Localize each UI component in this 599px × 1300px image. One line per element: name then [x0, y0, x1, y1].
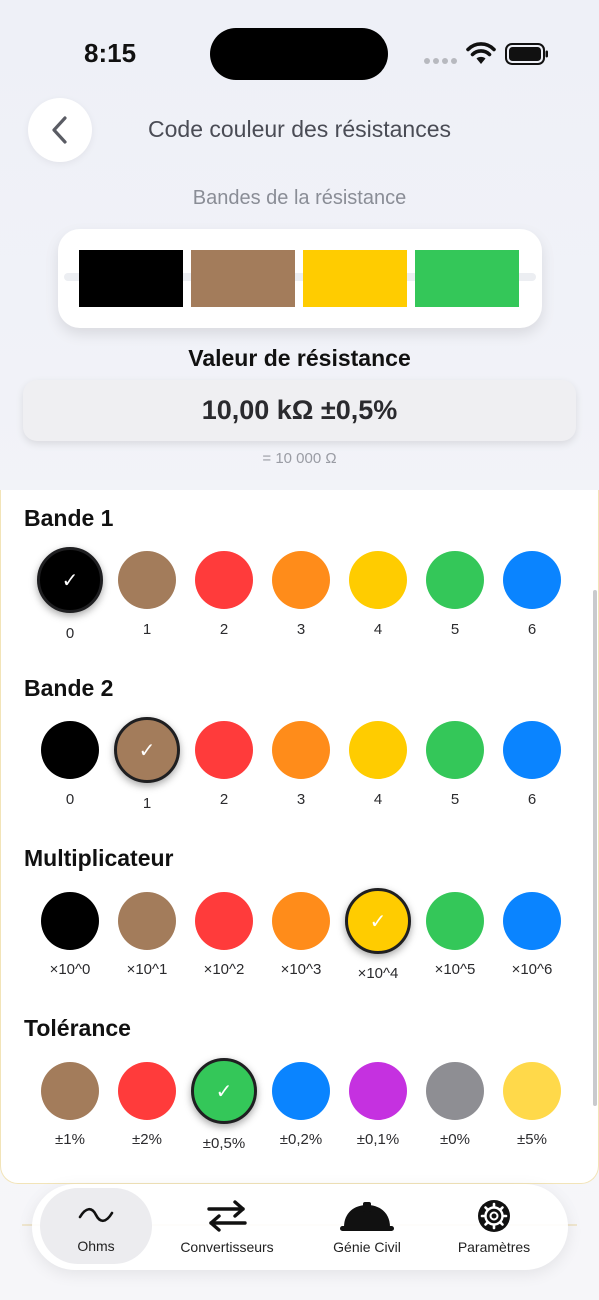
- color-swatch-bande-2-2[interactable]: [195, 721, 253, 779]
- color-swatch-multiplicateur-3[interactable]: [272, 892, 330, 950]
- band-preview-1: [79, 250, 183, 307]
- swatch-label: 3: [296, 621, 306, 638]
- color-swatch-tolerance-1[interactable]: [118, 1062, 176, 1120]
- arrows-swap-icon: [207, 1200, 247, 1232]
- color-swatch-multiplicateur-1[interactable]: [118, 892, 176, 950]
- band-preview-2: [191, 250, 295, 307]
- color-swatch-multiplicateur-2[interactable]: [195, 892, 253, 950]
- color-swatch-tolerance-6[interactable]: [503, 1062, 561, 1120]
- color-swatch-bande-1-2[interactable]: [195, 551, 253, 609]
- color-swatch-bande-1-1[interactable]: [118, 551, 176, 609]
- swatch-label: ±0,5%: [202, 1135, 246, 1152]
- group-title-bande-2: Bande 2: [24, 675, 114, 701]
- checkmark-icon: ✓: [138, 738, 156, 762]
- swatch-label: ±5%: [517, 1131, 547, 1148]
- band-preview-4: [415, 250, 519, 307]
- band-preview-3: [303, 250, 407, 307]
- tab-parametres[interactable]: Paramètres: [436, 1184, 552, 1270]
- group-title-bande-1: Bande 1: [24, 505, 114, 531]
- tab-bar: Ohms Convertisseurs Génie Civil Paramètr…: [32, 1184, 568, 1270]
- wifi-icon: [466, 42, 496, 64]
- color-swatch-bande-2-0[interactable]: [41, 721, 99, 779]
- color-swatch-multiplicateur-5[interactable]: [426, 892, 484, 950]
- checkmark-icon: ✓: [61, 568, 79, 592]
- status-time: 8:15: [84, 38, 137, 68]
- group-title-multiplicateur: Multiplicateur: [24, 845, 174, 871]
- swatch-label: ×10^2: [203, 961, 245, 978]
- color-swatch-multiplicateur-4[interactable]: ✓: [345, 888, 411, 954]
- swatch-label: ×10^1: [126, 961, 168, 978]
- dynamic-island: [210, 28, 388, 80]
- resistor-bands-preview: [58, 229, 542, 328]
- swatch-label: 6: [527, 621, 537, 638]
- group-title-tolerance: Tolérance: [24, 1015, 131, 1041]
- swatch-label: 1: [142, 621, 152, 638]
- page-title: Code couleur des résistances: [148, 116, 451, 142]
- swatch-label: ±0,2%: [279, 1131, 323, 1148]
- color-swatch-bande-1-6[interactable]: [503, 551, 561, 609]
- swatch-label: 4: [373, 621, 383, 638]
- color-swatch-tolerance-2[interactable]: ✓: [191, 1058, 257, 1124]
- gear-icon: [478, 1200, 510, 1232]
- swatch-label: ±0,1%: [356, 1131, 400, 1148]
- checkmark-icon: ✓: [369, 909, 387, 933]
- swatch-label: 6: [527, 791, 537, 808]
- color-swatch-bande-1-3[interactable]: [272, 551, 330, 609]
- swatch-label: ×10^5: [434, 961, 476, 978]
- swatch-label: ±1%: [55, 1131, 85, 1148]
- swatch-label: 0: [65, 625, 75, 642]
- resistance-value-ohms: = 10 000 Ω: [262, 450, 337, 467]
- bands-section-label: Bandes de la résistance: [192, 187, 407, 209]
- color-swatch-multiplicateur-6[interactable]: [503, 892, 561, 950]
- color-swatch-tolerance-0[interactable]: [41, 1062, 99, 1120]
- color-swatch-bande-2-6[interactable]: [503, 721, 561, 779]
- hard-hat-icon: [340, 1202, 394, 1231]
- swatch-label: ±0%: [440, 1131, 470, 1148]
- resistance-value-title: Valeur de résistance: [188, 345, 411, 371]
- swatch-label: 5: [450, 621, 460, 638]
- tab-convertisseurs[interactable]: Convertisseurs: [162, 1184, 292, 1270]
- tab-ohms[interactable]: Ohms: [40, 1188, 152, 1264]
- status-bar: 8:15: [0, 0, 599, 110]
- color-swatch-bande-2-3[interactable]: [272, 721, 330, 779]
- swatch-label: ×10^3: [280, 961, 322, 978]
- tab-genie-civil[interactable]: Génie Civil: [312, 1184, 422, 1270]
- tilde-icon: [78, 1207, 114, 1223]
- color-swatch-bande-1-4[interactable]: [349, 551, 407, 609]
- color-swatch-tolerance-5[interactable]: [426, 1062, 484, 1120]
- color-swatch-bande-2-1[interactable]: ✓: [114, 717, 180, 783]
- cellular-signal-icon: [424, 58, 457, 64]
- swatch-label: 2: [219, 791, 229, 808]
- tab-label: Génie Civil: [333, 1239, 401, 1255]
- color-swatch-bande-1-0[interactable]: ✓: [37, 547, 103, 613]
- color-swatch-multiplicateur-0[interactable]: [41, 892, 99, 950]
- resistance-value-display: 10,00 kΩ ±0,5%: [23, 380, 576, 441]
- battery-icon: [505, 43, 548, 65]
- checkmark-icon: ✓: [215, 1079, 233, 1103]
- color-swatch-tolerance-3[interactable]: [272, 1062, 330, 1120]
- swatch-label: ×10^0: [49, 961, 91, 978]
- swatch-label: 3: [296, 791, 306, 808]
- swatch-label: 0: [65, 791, 75, 808]
- swatch-label: ±2%: [132, 1131, 162, 1148]
- tab-label: Convertisseurs: [180, 1239, 274, 1255]
- tab-label: Ohms: [77, 1238, 115, 1254]
- swatch-label: 2: [219, 621, 229, 638]
- scrollbar[interactable]: [593, 590, 597, 1106]
- color-swatch-bande-1-5[interactable]: [426, 551, 484, 609]
- color-swatch-tolerance-4[interactable]: [349, 1062, 407, 1120]
- swatch-label: 4: [373, 791, 383, 808]
- tab-label: Paramètres: [457, 1239, 531, 1255]
- color-swatch-bande-2-5[interactable]: [426, 721, 484, 779]
- color-swatch-bande-2-4[interactable]: [349, 721, 407, 779]
- swatch-label: ×10^6: [511, 961, 553, 978]
- swatch-label: 1: [142, 795, 152, 812]
- swatch-label: ×10^4: [357, 965, 399, 982]
- swatch-label: 5: [450, 791, 460, 808]
